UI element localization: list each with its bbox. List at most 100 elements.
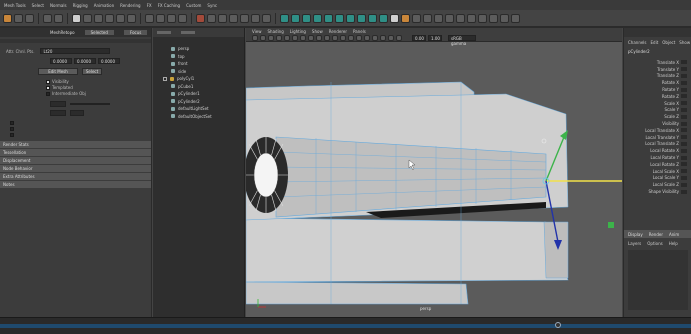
ambient-occlusion-icon[interactable] (340, 34, 346, 41)
camera-attributes-icon[interactable] (252, 34, 258, 41)
channel-row[interactable]: Translate Z (624, 73, 691, 80)
bridge-icon[interactable] (368, 13, 377, 23)
channel-row[interactable]: Visibility (624, 120, 691, 127)
undo-icon[interactable] (43, 13, 52, 23)
section-node-behavior[interactable]: Node Behavior (0, 165, 151, 172)
render-icon[interactable] (218, 13, 227, 23)
menu-fx-caching[interactable]: FX Caching (158, 3, 180, 8)
menu-rendering[interactable]: Rendering (120, 3, 140, 8)
polygon-cone-icon[interactable] (335, 13, 344, 23)
outliner-item[interactable]: polyCyl1 (153, 75, 244, 83)
backface-culling-icon[interactable] (396, 34, 402, 41)
menu-animation[interactable]: Animation (94, 3, 114, 8)
channel-value[interactable] (681, 60, 687, 65)
channel-row[interactable]: Local Scale X (624, 168, 691, 175)
boolean-icon[interactable] (467, 13, 476, 23)
channel-box-toggle-icon[interactable] (511, 13, 520, 23)
section-tessellation[interactable]: Tessellation (0, 149, 151, 156)
tab-selected[interactable]: Selected (84, 30, 114, 35)
menu-layers[interactable]: Layers (628, 241, 641, 246)
visibility-option[interactable]: Visibility (46, 79, 151, 84)
separate-icon[interactable] (445, 13, 454, 23)
channel-value[interactable] (681, 87, 687, 92)
channel-value[interactable] (681, 101, 687, 106)
hypershade-icon[interactable] (251, 13, 260, 23)
image-plane-icon[interactable] (268, 34, 274, 41)
outliner-menu-show[interactable] (181, 31, 195, 34)
tab-show[interactable]: Show (679, 40, 690, 45)
channel-value[interactable] (681, 73, 687, 78)
grid-icon[interactable] (276, 34, 282, 41)
channel-row[interactable]: Local Translate X (624, 127, 691, 134)
channel-value[interactable] (681, 128, 687, 133)
checkbox[interactable] (10, 121, 14, 125)
transform-x-field[interactable]: 0.0000 (50, 58, 72, 64)
xray-icon[interactable] (380, 34, 386, 41)
depth-of-field-icon[interactable] (364, 34, 370, 41)
menu-mesh-tools[interactable]: Mesh Tools (4, 3, 26, 8)
checkbox[interactable] (46, 92, 50, 96)
channel-value[interactable] (681, 162, 687, 167)
checkbox-row[interactable] (10, 126, 145, 131)
viewport-menu-renderer[interactable]: Renderer (329, 29, 347, 34)
rotate-tool-icon[interactable] (116, 13, 125, 23)
time-range-bar[interactable] (0, 324, 691, 328)
paint-select-icon[interactable] (94, 13, 103, 23)
channel-value[interactable] (681, 67, 687, 72)
viewport-menu-lighting[interactable]: Lighting (290, 29, 306, 34)
outliner-item[interactable]: pCylinder2 (153, 98, 244, 106)
redo-icon[interactable] (54, 13, 63, 23)
outliner-item[interactable]: defaultLightSet (153, 105, 244, 113)
section-extra-attributes[interactable]: Extra Attributes (0, 173, 151, 180)
select-tool-icon[interactable] (72, 13, 81, 23)
channel-row[interactable]: Translate Y (624, 66, 691, 73)
channel-row[interactable]: Rotate Z (624, 93, 691, 100)
folder-icon[interactable] (3, 13, 12, 23)
section-displacement[interactable]: Displacement (0, 157, 151, 164)
channel-row[interactable]: Local Scale Y (624, 175, 691, 182)
layer-list[interactable] (628, 250, 688, 310)
viewport-3d[interactable]: View Shading Lighting Show Renderer Pane… (246, 28, 622, 317)
snap-curve-icon[interactable] (156, 13, 165, 23)
polygon-plane-icon[interactable] (313, 13, 322, 23)
attr-field[interactable] (70, 110, 84, 116)
channel-value[interactable] (681, 169, 687, 174)
polygon-cylinder-icon[interactable] (302, 13, 311, 23)
select-button[interactable]: Select (82, 68, 102, 75)
lights-icon[interactable] (324, 34, 330, 41)
outliner-menu-edit[interactable] (157, 31, 171, 34)
viewport-menu-show[interactable]: Show (312, 29, 323, 34)
wireframe-icon[interactable] (292, 34, 298, 41)
checkbox[interactable] (10, 133, 14, 137)
section-notes[interactable]: Notes (0, 181, 151, 188)
gamma-field[interactable]: 1.00 (428, 34, 442, 41)
render-settings-icon[interactable] (240, 13, 249, 23)
channel-value[interactable] (681, 148, 687, 153)
edit-mesh-button[interactable]: Edit Mesh (38, 68, 78, 75)
isolate-select-icon[interactable] (372, 34, 378, 41)
menu-fx[interactable]: FX (147, 3, 152, 8)
tab-focus[interactable]: Focus (123, 30, 148, 35)
channel-row[interactable]: Local Rotate X (624, 147, 691, 154)
save-icon[interactable] (14, 13, 23, 23)
menu-sync[interactable]: Sync (207, 3, 217, 8)
snap-point-icon[interactable] (167, 13, 176, 23)
channel-row[interactable]: Scale X (624, 100, 691, 107)
channel-row[interactable]: Scale Y (624, 107, 691, 114)
expand-icon[interactable] (163, 76, 167, 81)
outliner-item[interactable]: pCylinder1 (153, 90, 244, 98)
smooth-icon[interactable] (423, 13, 432, 23)
tab-display[interactable]: Display (628, 232, 643, 237)
multi-cut-icon[interactable] (390, 13, 399, 23)
checkbox-row[interactable] (10, 132, 145, 137)
checkbox-row[interactable] (10, 120, 145, 125)
mirror-icon[interactable] (456, 13, 465, 23)
tab-edit[interactable]: Edit (651, 40, 659, 45)
textured-icon[interactable] (316, 34, 322, 41)
tab-anim[interactable]: Anim (669, 232, 679, 237)
channel-row[interactable]: Local Rotate Z (624, 161, 691, 168)
checkbox-checked[interactable] (46, 80, 50, 84)
target-weld-icon[interactable] (489, 13, 498, 23)
channel-row[interactable]: Local Rotate Y (624, 154, 691, 161)
film-gate-icon[interactable] (284, 34, 290, 41)
